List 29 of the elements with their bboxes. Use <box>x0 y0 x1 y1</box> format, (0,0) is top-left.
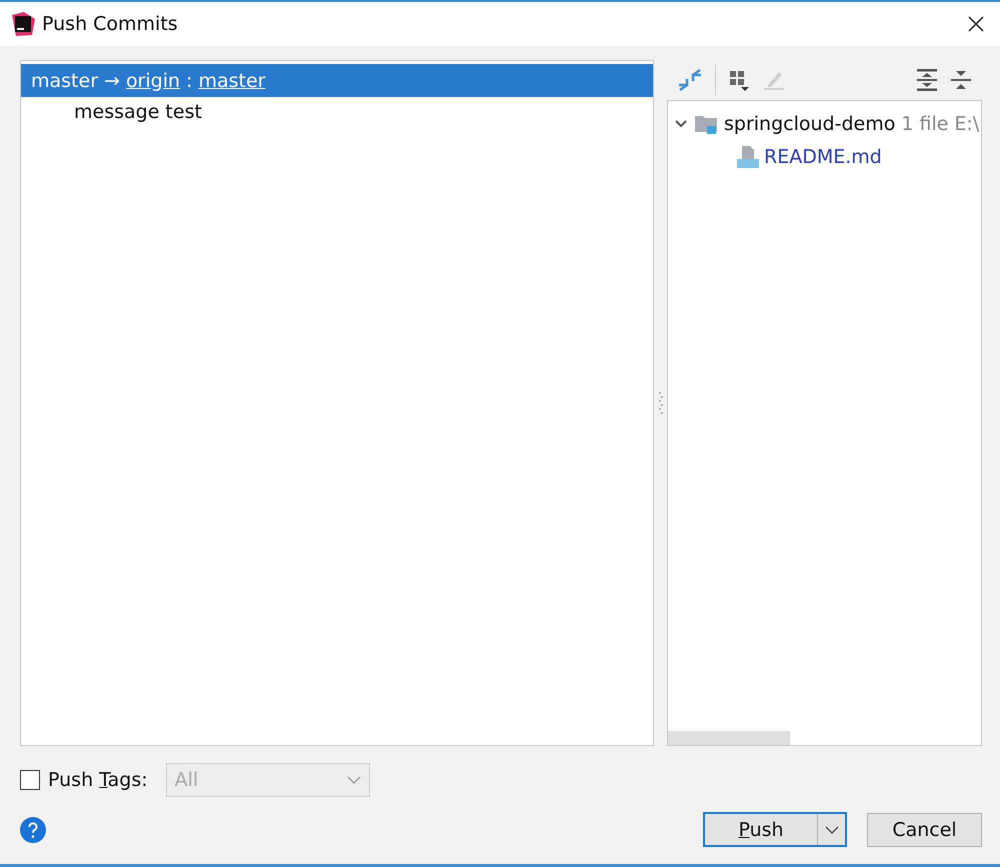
branch-row[interactable]: master → origin : master <box>21 64 653 97</box>
markdown-file-icon <box>736 144 760 168</box>
file-count: 1 file <box>901 112 948 134</box>
group-icon[interactable] <box>728 69 750 91</box>
collapse-all-icon[interactable] <box>950 68 972 92</box>
push-button[interactable]: Push <box>705 814 817 845</box>
chevron-down-icon <box>824 824 838 834</box>
push-tags-label: Push Tags: <box>48 769 148 791</box>
separator-text: : <box>186 70 192 92</box>
commit-row[interactable]: message test <box>21 97 653 123</box>
arrows-icon[interactable] <box>677 69 703 91</box>
tree-item[interactable]: springcloud-demo <box>724 112 896 134</box>
push-options-button[interactable] <box>817 814 845 845</box>
folder-path: E:\ <box>954 112 980 134</box>
remote-link[interactable]: origin <box>126 70 180 92</box>
window-title: Push Commits <box>42 13 178 35</box>
target-branch-link[interactable]: master <box>198 70 266 92</box>
tree-item[interactable]: README.md <box>764 146 882 168</box>
help-icon[interactable] <box>20 816 46 842</box>
cancel-button[interactable]: Cancel <box>867 812 982 846</box>
chevron-down-icon <box>346 775 361 785</box>
arrow-text: → <box>104 70 120 92</box>
branch-source: master <box>31 70 98 92</box>
push-tags-checkbox[interactable] <box>20 770 40 790</box>
close-icon[interactable] <box>968 16 984 32</box>
scrollbar[interactable] <box>668 731 790 745</box>
splitter-handle[interactable] <box>658 391 662 415</box>
app-logo-icon <box>10 11 36 37</box>
expand-all-icon[interactable] <box>916 68 938 92</box>
